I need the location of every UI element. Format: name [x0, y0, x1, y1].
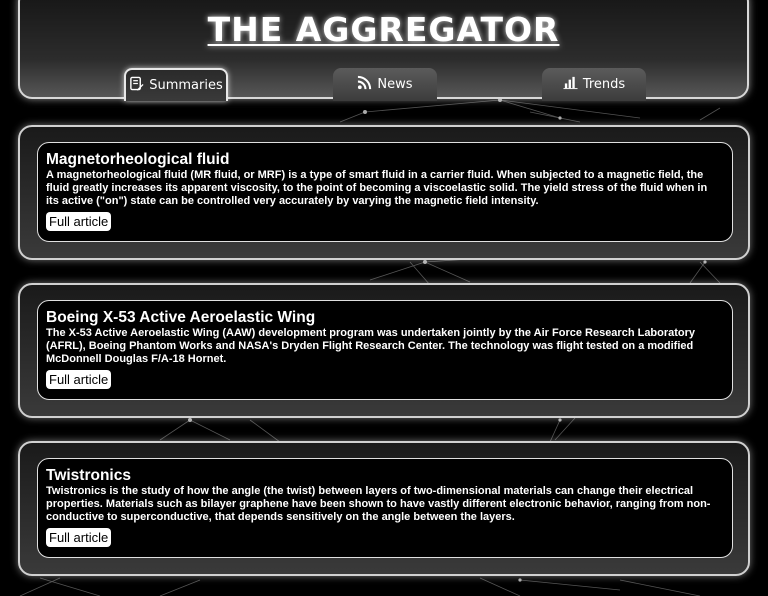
- article-title: Magnetorheological fluid: [46, 151, 230, 168]
- app-title: THE AGGREGATOR: [207, 10, 560, 49]
- tab-trends-label: Trends: [582, 77, 626, 92]
- tab-news[interactable]: News: [333, 68, 437, 101]
- article-content: Boeing X-53 Active Aeroelastic Wing The …: [37, 300, 733, 400]
- tab-news-label: News: [377, 77, 413, 92]
- article-title: Twistronics: [46, 467, 131, 484]
- article-card: Boeing X-53 Active Aeroelastic Wing The …: [18, 283, 750, 418]
- tab-trends[interactable]: Trends: [542, 68, 646, 101]
- tab-summaries-label: Summaries: [149, 78, 223, 93]
- article-content: Magnetorheological fluid A magnetorheolo…: [37, 142, 733, 242]
- article-summary: Twistronics is the study of how the angl…: [46, 485, 711, 523]
- article-summary: The X-53 Active Aeroelastic Wing (AAW) d…: [46, 327, 696, 365]
- tab-summaries[interactable]: Summaries: [124, 68, 228, 101]
- article-title: Boeing X-53 Active Aeroelastic Wing: [46, 309, 316, 326]
- bar-chart-icon: [563, 75, 578, 94]
- full-article-button[interactable]: Full article: [46, 528, 112, 547]
- rss-icon: [357, 75, 372, 94]
- summaries-icon: [129, 76, 144, 95]
- full-article-button[interactable]: Full article: [46, 370, 112, 389]
- article-card: Twistronics Twistronics is the study of …: [18, 441, 750, 576]
- article-summary: A magnetorheological fluid (MR fluid, or…: [46, 169, 708, 207]
- article-card: Magnetorheological fluid A magnetorheolo…: [18, 125, 750, 260]
- article-content: Twistronics Twistronics is the study of …: [37, 458, 733, 558]
- app-header: THE AGGREGATOR Summaries News Trends: [18, 0, 749, 101]
- full-article-button[interactable]: Full article: [46, 212, 112, 231]
